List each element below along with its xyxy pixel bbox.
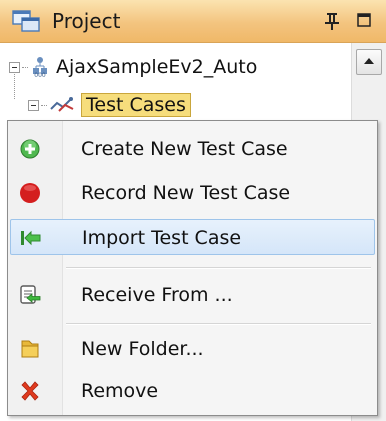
menu-item-new-folder[interactable]: New Folder... (10, 331, 375, 367)
tree-node-root[interactable]: 000 AjaxSampleEv2_Auto (9, 53, 257, 81)
maximize-icon[interactable] (357, 13, 371, 27)
pin-icon[interactable] (325, 12, 339, 30)
menu-item-import-test-case[interactable]: Import Test Case (10, 219, 375, 255)
green-plus-icon (20, 139, 40, 159)
menu-item-remove[interactable]: Remove (10, 373, 375, 409)
menu-item-label: Remove (81, 380, 159, 402)
menu-separator (66, 323, 371, 325)
project-panel-screenshot: Project 000 AjaxSampleEv2_Auto Test Case… (0, 0, 386, 421)
project-tree-icon (12, 10, 40, 32)
project-node-icon: 000 (33, 57, 47, 78)
svg-text:000: 000 (34, 72, 46, 78)
red-record-icon (20, 183, 40, 203)
panel-header: Project (0, 0, 386, 43)
test-cases-icon (50, 97, 74, 112)
import-arrow-icon (21, 230, 41, 246)
collapse-toggle[interactable] (9, 61, 20, 73)
tree-node-test-cases[interactable]: Test Cases (28, 91, 191, 119)
tree-child-label: Test Cases (81, 93, 191, 117)
scroll-up-button[interactable] (356, 49, 382, 75)
tree-root-label: AjaxSampleEv2_Auto (56, 56, 258, 78)
menu-item-receive-from[interactable]: Receive From ... (10, 277, 375, 313)
folder-icon (21, 340, 39, 358)
menu-item-label: Create New Test Case (81, 138, 288, 160)
collapse-toggle[interactable] (28, 99, 39, 111)
menu-item-label: Import Test Case (82, 227, 242, 249)
red-x-icon (21, 381, 39, 401)
menu-separator (66, 267, 371, 269)
menu-item-label: Receive From ... (81, 284, 233, 306)
menu-item-label: Record New Test Case (81, 182, 291, 204)
menu-item-create-test-case[interactable]: Create New Test Case (10, 131, 375, 167)
menu-item-label: New Folder... (81, 338, 204, 360)
menu-item-record-test-case[interactable]: Record New Test Case (10, 175, 375, 211)
panel-title: Project (52, 9, 121, 33)
receive-icon (20, 285, 41, 304)
context-menu: Create New Test Case Record New Test Cas… (7, 120, 378, 416)
